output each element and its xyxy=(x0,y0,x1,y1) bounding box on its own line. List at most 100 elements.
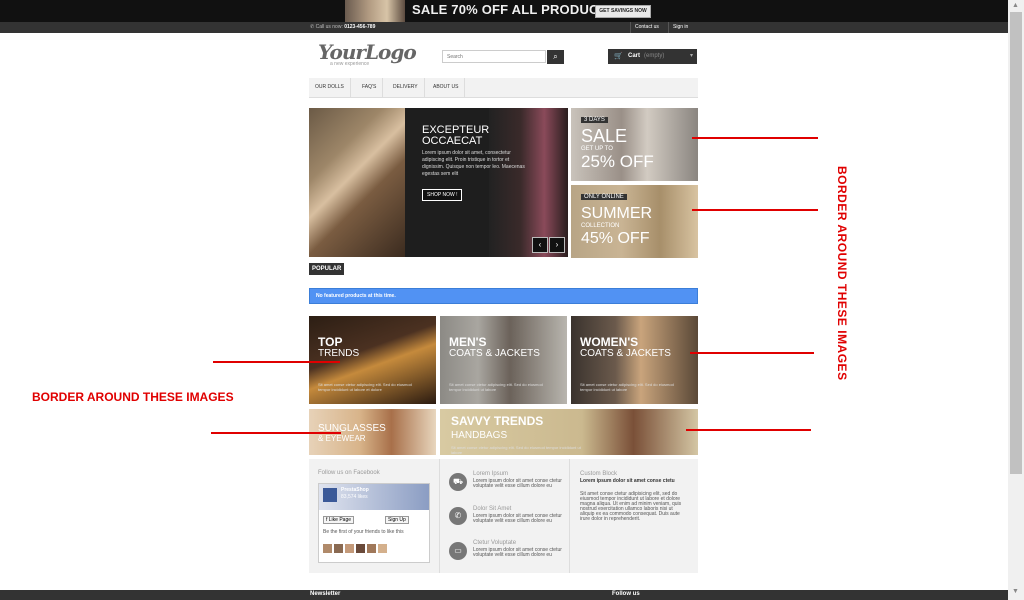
friend-avatar xyxy=(323,544,332,553)
banner-percent: 25% OFF xyxy=(581,152,654,171)
slide-heading-line2: OCCAECAT xyxy=(422,135,483,147)
promo-savings-button[interactable]: GET SAVINGS NOW xyxy=(595,5,651,18)
banner-small-text: COLLECTION xyxy=(581,223,620,229)
facebook-text: Be the first of your friends to like thi… xyxy=(323,529,404,535)
feature-title: Lorem Ipsum xyxy=(473,471,509,477)
banner-tag: 3 DAYS xyxy=(581,117,608,123)
banner-percent: 45% OFF xyxy=(581,230,650,247)
nav-about-us[interactable]: ABOUT US xyxy=(427,78,466,97)
mens-coats-tile[interactable]: MEN'S COATS & JACKETS Sit amet conse cte… xyxy=(440,316,567,404)
tile-subtitle: COATS & JACKETS xyxy=(580,348,671,359)
friend-avatar xyxy=(345,544,354,553)
slide-text: Lorem ipsum dolor sit amet, consectetur … xyxy=(422,150,525,177)
scroll-down-icon[interactable]: ▼ xyxy=(1012,588,1019,595)
feature-title: Dolor Sit Amet xyxy=(473,506,512,512)
nav-faqs[interactable]: FAQ'S xyxy=(356,78,384,97)
phone-number: 0123-456-789 xyxy=(344,24,376,30)
footer-bar: Newsletter Follow us xyxy=(0,590,1008,600)
friend-avatar xyxy=(367,544,376,553)
annotation-arrow xyxy=(690,352,814,354)
top-trends-tile[interactable]: TOP TRENDS Sit amet conse ctetur adipisc… xyxy=(309,316,436,404)
sign-in-link[interactable]: Sign in xyxy=(668,22,692,33)
info-alert: No featured products at this time. xyxy=(309,288,698,304)
friend-avatar xyxy=(334,544,343,553)
annotation-arrow xyxy=(692,137,818,139)
banner-big-text: SUMMER xyxy=(581,205,653,222)
summer-banner[interactable]: ONLY ONLINE SUMMER COLLECTION 45% OFF xyxy=(571,185,698,258)
tile-title: MEN'S xyxy=(449,335,487,349)
cart-button[interactable]: 🛒 Cart (empty) ▾ xyxy=(608,49,697,64)
cart-label: Cart xyxy=(628,53,641,59)
tile-subtitle: COATS & JACKETS xyxy=(449,348,540,359)
tile-subtitle: HANDBAGS xyxy=(451,430,508,441)
custom-text: Sit amet conse ctetur adipisicing elit, … xyxy=(580,491,682,522)
annotation-arrow xyxy=(686,429,811,431)
like-page-button[interactable]: f Like Page xyxy=(323,516,355,524)
feature-text: Lorem ipsum dolor sit amet conse ctetur … xyxy=(473,513,562,524)
footer-blocks: Follow us on Facebook PrestaShop 83,574 … xyxy=(309,459,698,573)
facebook-title: Follow us on Facebook xyxy=(318,470,380,476)
facebook-widget[interactable]: PrestaShop 83,574 likes f Like Page Sign… xyxy=(318,483,430,563)
logo-tagline: a new experience xyxy=(330,61,370,67)
phone-icon: ✆ xyxy=(449,507,467,525)
banner-big-text: SALE xyxy=(581,126,628,146)
custom-bold-text: Lorem ipsum dolor sit amet conse ctetu xyxy=(580,478,675,484)
chevron-down-icon: ▾ xyxy=(690,53,694,59)
scrollbar[interactable]: ▲ ▼ xyxy=(1008,0,1024,600)
annotation-arrow xyxy=(211,432,341,434)
banner-tag: ONLY ONLINE xyxy=(581,194,627,200)
promo-banner[interactable]: SALE 70% OFF ALL PRODUCTS GET SAVINGS NO… xyxy=(0,0,1008,22)
annotation-right: BORDER AROUND THESE IMAGES xyxy=(835,166,849,381)
cart-state: (empty) xyxy=(644,53,665,59)
tile-description: Sit amet conse ctetur adipiscing elit. S… xyxy=(580,382,674,392)
promo-text: SALE 70% OFF ALL PRODUCTS xyxy=(412,2,616,17)
truck-icon: ⛟ xyxy=(449,473,467,491)
friend-avatar xyxy=(378,544,387,553)
annotation-left: BORDER AROUND THESE IMAGES xyxy=(32,390,234,404)
tile-subtitle: TRENDS xyxy=(318,348,360,359)
search-button[interactable]: ⌕ xyxy=(547,50,564,64)
top-info-bar: ✆ Call us now: 0123-456-789 Contact us S… xyxy=(0,22,1008,33)
nav-delivery[interactable]: DELIVERY xyxy=(387,78,425,97)
features-block: ⛟ Lorem Ipsum Lorem ipsum dolor sit amet… xyxy=(439,459,570,573)
tile-title: SAVVY TRENDS xyxy=(451,414,544,428)
scrollbar-thumb[interactable] xyxy=(1010,12,1022,474)
cart-icon: 🛒 xyxy=(614,53,623,60)
facebook-block: Follow us on Facebook PrestaShop 83,574 … xyxy=(309,459,440,573)
popular-tab[interactable]: POPULAR xyxy=(309,263,345,275)
search-icon: ⌕ xyxy=(553,52,558,61)
scroll-up-icon[interactable]: ▲ xyxy=(1012,2,1019,9)
custom-title: Custom Block xyxy=(580,471,618,477)
like-page-label: Like Page xyxy=(328,517,352,523)
home-slider[interactable]: EXCEPTEUR OCCAECAT Lorem ipsum dolor sit … xyxy=(309,108,568,257)
slide-heading: EXCEPTEUR OCCAECAT xyxy=(422,125,542,147)
shop-now-button[interactable]: SHOP NOW ! xyxy=(422,189,463,201)
womens-coats-tile[interactable]: WOMEN'S COATS & JACKETS Sit amet conse c… xyxy=(571,316,698,404)
tile-title: WOMEN'S xyxy=(580,335,639,349)
friend-avatar xyxy=(356,544,365,553)
facebook-icon: f xyxy=(326,517,328,523)
slider-prev-icon[interactable]: ‹ xyxy=(532,237,548,253)
newsletter-label: Newsletter xyxy=(310,591,341,597)
tile-description: Sit amet conse ctetur adipiscing elit. S… xyxy=(318,382,412,392)
custom-block: Custom Block Lorem ipsum dolor sit amet … xyxy=(569,459,698,573)
slider-next-icon[interactable]: › xyxy=(549,237,565,253)
promo-model-image xyxy=(345,0,405,22)
search-input[interactable] xyxy=(442,50,546,63)
nav-our-dolls[interactable]: OUR DOLLS xyxy=(309,78,351,97)
follow-us-label: Follow us xyxy=(612,591,640,597)
facebook-avatar xyxy=(323,488,337,502)
handbags-tile[interactable]: SAVVY TRENDS HANDBAGS Sit amet conse cte… xyxy=(440,409,698,455)
sign-up-button[interactable]: Sign Up xyxy=(385,516,409,524)
facebook-page-name[interactable]: PrestaShop xyxy=(341,487,369,493)
call-prefix: Call us now: xyxy=(315,24,343,30)
annotation-arrow xyxy=(213,361,340,363)
feature-title: Ctetur Voluptate xyxy=(473,540,517,546)
tile-subtitle: & EYEWEAR xyxy=(318,434,366,443)
facebook-likes: 83,574 likes xyxy=(341,494,368,500)
feature-text: Lorem ipsum dolor sit amet conse ctetur … xyxy=(473,547,562,558)
sale-banner[interactable]: 3 DAYS SALE GET UP TO 25% OFF xyxy=(571,108,698,181)
contact-us-link[interactable]: Contact us xyxy=(630,22,663,33)
tile-description: Sit amet conse ctetur adipiscing elit. S… xyxy=(449,382,543,392)
feature-text: Lorem ipsum dolor sit amet conse ctetur … xyxy=(473,478,562,489)
